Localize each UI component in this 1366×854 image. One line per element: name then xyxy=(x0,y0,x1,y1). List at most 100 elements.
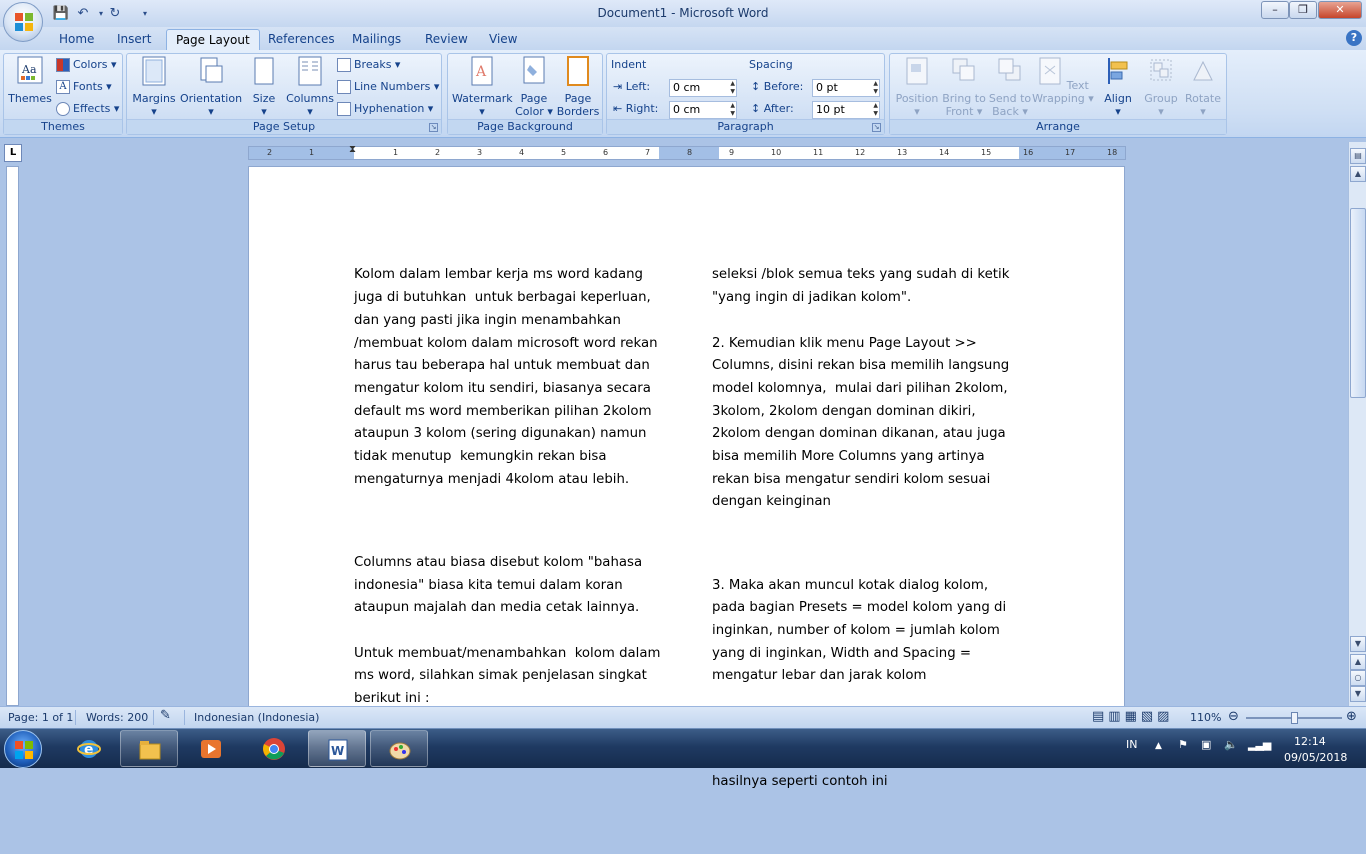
position-button[interactable]: Position ▾ xyxy=(893,56,941,118)
minimize-button[interactable]: – xyxy=(1261,1,1289,19)
tab-view[interactable]: View xyxy=(480,29,526,50)
rotate-button[interactable]: Rotate ▾ xyxy=(1182,56,1224,118)
tab-review[interactable]: Review xyxy=(416,29,477,50)
breaks-button[interactable]: Breaks ▾ xyxy=(337,56,400,74)
indent-left-label: ⇥ Left: xyxy=(613,80,651,93)
orientation-button[interactable]: Orientation ▾ xyxy=(179,56,243,118)
page-setup-launcher-icon[interactable]: ↘ xyxy=(429,123,438,132)
page-borders-button[interactable]: Page Borders xyxy=(556,56,600,118)
size-label: Size xyxy=(252,92,276,105)
start-button[interactable] xyxy=(4,730,42,768)
indent-marker-icon[interactable]: ⧗ xyxy=(349,144,356,155)
ruler-number: 3 xyxy=(477,148,483,157)
watermark-button[interactable]: A Watermark ▾ xyxy=(452,56,513,118)
effects-button[interactable]: Effects ▾ xyxy=(56,100,119,118)
tab-references[interactable]: References xyxy=(259,29,344,50)
close-button[interactable]: ✕ xyxy=(1318,1,1362,19)
send-to-back-button[interactable]: Send to Back ▾ xyxy=(986,56,1034,118)
word-count[interactable]: Words: 200 xyxy=(86,711,148,724)
columns-button[interactable]: Columns ▾ xyxy=(285,56,335,118)
ruler-number: 8 xyxy=(687,148,693,157)
colors-label: Colors xyxy=(73,58,108,71)
themes-button[interactable]: Aa Themes xyxy=(7,56,53,105)
text-wrapping-icon xyxy=(1039,57,1061,85)
clock-date[interactable]: 09/05/2018 xyxy=(1284,751,1347,764)
taskbar-ie[interactable]: e xyxy=(60,730,118,767)
indent-left-icon: ⇥ xyxy=(613,80,623,93)
office-button[interactable] xyxy=(3,2,43,42)
zoom-in-icon[interactable]: ⊕ xyxy=(1346,709,1357,724)
page-borders-label-2: Borders xyxy=(556,105,600,118)
taskbar-media-player[interactable] xyxy=(182,730,240,767)
next-page-icon[interactable]: ▼ xyxy=(1350,686,1366,702)
paragraph[interactable]: Kolom dalam lembar kerja ms word kadang … xyxy=(354,264,684,491)
zoom-out-icon[interactable]: ⊖ xyxy=(1228,709,1239,724)
maximize-button[interactable]: ❐ xyxy=(1289,1,1317,19)
ruler-number: 13 xyxy=(897,148,908,157)
vertical-scrollbar[interactable]: ▤ ▲ ▼ ▲ ○ ▼ xyxy=(1348,142,1366,706)
view-buttons[interactable]: ▤▥▦▧▨ xyxy=(1092,709,1173,724)
tab-mailings[interactable]: Mailings xyxy=(343,29,410,50)
spacing-before-input[interactable]: 0 pt ▲ ▼ xyxy=(812,79,880,97)
tab-home[interactable]: Home xyxy=(50,29,103,50)
watermark-icon: A xyxy=(471,56,493,86)
text-wrapping-button[interactable]: Text Wrapping ▾ xyxy=(1032,56,1094,105)
tab-page-layout[interactable]: Page Layout xyxy=(166,29,260,50)
proofing-icon[interactable]: ✎ xyxy=(160,708,171,723)
zoom-level[interactable]: 110% xyxy=(1190,711,1221,724)
spacing-after-input[interactable]: 10 pt ▲ ▼ xyxy=(812,101,880,119)
arrange-group-label: Arrange xyxy=(890,119,1226,134)
network-icon[interactable]: ▣ xyxy=(1201,738,1211,751)
bring-to-front-label-2: Front xyxy=(945,105,974,118)
windows-logo-icon xyxy=(15,741,33,759)
fonts-button[interactable]: A Fonts ▾ xyxy=(56,78,112,96)
help-icon[interactable]: ? xyxy=(1346,30,1362,46)
vertical-ruler[interactable] xyxy=(6,166,19,706)
scroll-up-icon[interactable]: ▲ xyxy=(1350,166,1366,182)
effects-label: Effects xyxy=(73,102,111,115)
page-count[interactable]: Page: 1 of 1 xyxy=(8,711,73,724)
group-paragraph: Indent ⇥ Left: 0 cm ▲ ▼ ⇤ Right: 0 cm ▲ ▼ Sp… xyxy=(606,53,885,135)
clock-time[interactable]: 12:14 xyxy=(1294,735,1326,748)
select-browse-object-icon[interactable]: ○ xyxy=(1350,670,1366,686)
view-ruler-icon[interactable]: ▤ xyxy=(1350,148,1366,164)
volume-icon[interactable]: 🔈 xyxy=(1224,738,1238,751)
taskbar-chrome[interactable] xyxy=(245,730,303,767)
paragraph-launcher-icon[interactable]: ↘ xyxy=(872,123,881,132)
margins-icon xyxy=(142,56,166,86)
taskbar-explorer[interactable] xyxy=(120,730,178,767)
paragraph[interactable]: 3. Maka akan muncul kotak dialog kolom, … xyxy=(712,575,1042,689)
fonts-icon: A xyxy=(56,80,70,94)
signal-icon[interactable]: ▂▃▅ xyxy=(1248,738,1271,751)
size-button[interactable]: Size ▾ xyxy=(247,56,281,118)
taskbar-paint[interactable] xyxy=(370,730,428,767)
previous-page-icon[interactable]: ▲ xyxy=(1350,654,1366,670)
show-hidden-icons-icon[interactable]: ▲ xyxy=(1155,741,1162,751)
spacing-before-label: ↕ Before: xyxy=(751,80,804,93)
align-button[interactable]: Align ▾ xyxy=(1096,56,1140,118)
horizontal-ruler[interactable]: 2 1 1 2 3 4 5 6 7 8 9 10 11 12 13 14 15 16 17 18 ⧗ xyxy=(248,144,1126,160)
language-indicator[interactable]: Indonesian (Indonesia) xyxy=(194,711,319,724)
input-language[interactable]: IN xyxy=(1126,738,1137,751)
zoom-slider-thumb[interactable] xyxy=(1291,712,1298,724)
colors-button[interactable]: Colors ▾ xyxy=(56,56,116,74)
indent-right-input[interactable]: 0 cm ▲ ▼ xyxy=(669,101,737,119)
paragraph[interactable]: seleksi /blok semua teks yang sudah di k… xyxy=(712,264,1042,514)
bring-to-front-button[interactable]: Bring to Front ▾ xyxy=(940,56,988,118)
hyphenation-button[interactable]: Hyphenation ▾ xyxy=(337,100,433,118)
status-divider xyxy=(184,710,185,725)
group-button[interactable]: Group ▾ xyxy=(1140,56,1182,118)
indent-left-input[interactable]: 0 cm ▲ ▼ xyxy=(669,79,737,97)
page-color-button[interactable]: Page Color ▾ xyxy=(514,56,554,118)
document-page[interactable]: Kolom dalam lembar kerja ms word kadang … xyxy=(248,166,1125,789)
tab-insert[interactable]: Insert xyxy=(108,29,160,50)
margins-button[interactable]: Margins ▾ xyxy=(131,56,177,118)
page-borders-icon xyxy=(567,56,589,86)
chrome-icon xyxy=(263,738,285,760)
tab-selector[interactable]: L xyxy=(4,144,22,162)
taskbar-word[interactable]: W xyxy=(308,730,366,767)
flag-icon[interactable]: ⚑ xyxy=(1178,738,1188,751)
scroll-thumb[interactable] xyxy=(1350,208,1366,398)
scroll-down-icon[interactable]: ▼ xyxy=(1350,636,1366,652)
line-numbers-button[interactable]: Line Numbers ▾ xyxy=(337,78,439,96)
